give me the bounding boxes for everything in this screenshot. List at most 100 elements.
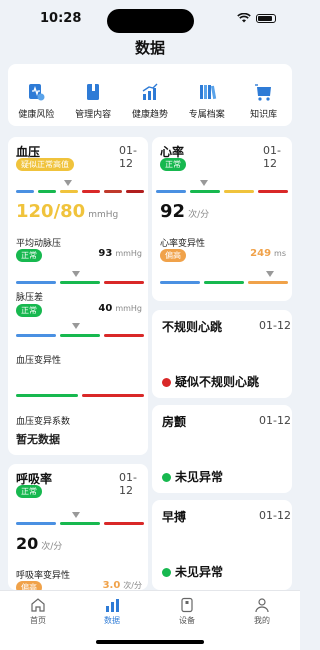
premature-result: 未见异常	[162, 563, 223, 580]
card-date: 01-12	[259, 509, 291, 522]
quick-health-trend[interactable]: 健康趋势	[122, 82, 178, 120]
respiration-card[interactable]: 呼吸率 01-12 正常 20 次/分 呼吸率变异性 偏高 3.0 次/分	[8, 464, 148, 590]
map-value: 93 mmHg	[98, 248, 142, 259]
level-bar	[160, 281, 288, 284]
af-result-text: 未见异常	[175, 470, 224, 484]
camera-notch	[107, 9, 194, 33]
tab-device[interactable]: 设备	[157, 597, 217, 626]
hr-value: 92 次/分	[160, 201, 209, 222]
normal-dot	[162, 568, 171, 577]
tab-label: 我的	[254, 616, 270, 625]
level-marker	[72, 323, 80, 329]
alert-dot	[162, 378, 171, 387]
resp-var-unit: 次/分	[123, 581, 142, 590]
premature-beat-card[interactable]: 早搏 01-12 未见异常	[152, 500, 292, 590]
quick-label: 健康风险	[18, 110, 55, 120]
level-marker	[72, 271, 80, 277]
pp-value-text: 40	[98, 303, 113, 314]
level-marker	[200, 180, 208, 186]
quick-manage-content[interactable]: 管理内容	[65, 82, 121, 120]
level-marker	[72, 512, 80, 518]
status-time: 10:28	[40, 11, 82, 26]
af-result: 未见异常	[162, 468, 223, 485]
battery-icon	[256, 13, 276, 23]
quick-knowledge-base[interactable]: 知识库	[236, 82, 292, 120]
pp-unit: mmHg	[115, 304, 142, 313]
bpv-label: 血压变异性	[16, 356, 62, 366]
level-bar	[16, 190, 144, 193]
data-chart-icon	[106, 599, 119, 612]
health-risk-icon	[29, 84, 45, 101]
map-value-text: 93	[98, 248, 113, 259]
heart-rate-card[interactable]: 心率 01-12 正常 92 次/分 心率变异性 偏高 249 ms	[152, 137, 292, 301]
resp-var-value: 3.0 次/分	[103, 580, 142, 590]
page-title: 数据	[134, 39, 165, 57]
level-bar	[16, 394, 144, 397]
quick-label: 知识库	[250, 110, 278, 120]
status-badge: 正常	[160, 158, 186, 171]
quick-archive[interactable]: 专属档案	[179, 82, 235, 120]
quick-health-risk[interactable]: 健康风险	[8, 82, 64, 120]
hrv-label: 心率变异性	[160, 239, 206, 249]
bp-unit: mmHg	[88, 210, 119, 220]
status-badge: 偏高	[16, 581, 42, 590]
blood-pressure-card[interactable]: 血压 01-12 疑似正常高值 120/80 mmHg 平均动脉压 正常 93 mm…	[8, 137, 148, 455]
tab-data[interactable]: 数据	[82, 597, 142, 626]
map-unit: mmHg	[115, 249, 142, 258]
bp-value-text: 120/80	[16, 201, 86, 222]
level-bar	[16, 281, 144, 284]
card-date: 01-12	[119, 144, 137, 170]
normal-dot	[162, 473, 171, 482]
resp-var-value-text: 3.0	[102, 580, 121, 590]
level-marker	[64, 180, 72, 186]
irregular-result-text: 疑似不规则心跳	[175, 375, 260, 389]
knowledge-base-icon	[254, 84, 271, 101]
card-date: 01-12	[259, 414, 291, 427]
device-icon	[181, 597, 193, 613]
hrv-value: 249 ms	[250, 248, 286, 259]
quick-label: 健康趋势	[131, 110, 168, 120]
resp-value: 20 次/分	[16, 534, 62, 553]
quick-label: 专属档案	[188, 110, 225, 120]
tab-label: 设备	[179, 616, 195, 625]
tab-profile[interactable]: 我的	[232, 597, 292, 626]
tab-home[interactable]: 首页	[8, 597, 68, 626]
hrv-unit: ms	[274, 249, 286, 258]
tab-label: 数据	[104, 616, 120, 625]
status-bar: 10:28	[0, 0, 300, 34]
card-date: 01-12	[119, 471, 137, 497]
bpv-coef-label: 血压变异系数	[16, 417, 71, 427]
premature-result-text: 未见异常	[175, 565, 224, 579]
level-bar	[16, 522, 144, 525]
status-badge: 正常	[16, 304, 42, 317]
resp-value-text: 20	[16, 534, 39, 553]
status-badge: 偏高	[160, 249, 186, 262]
map-label: 平均动脉压	[16, 239, 62, 249]
status-badge: 疑似正常高值	[16, 158, 74, 171]
level-bar	[156, 190, 288, 193]
bp-value: 120/80 mmHg	[16, 201, 118, 222]
status-badge: 正常	[16, 249, 42, 262]
quick-label: 管理内容	[75, 110, 112, 120]
manage-content-icon	[87, 84, 100, 100]
irregular-heartbeat-card[interactable]: 不规则心跳 01-12 疑似不规则心跳	[152, 310, 292, 398]
hrv-value-text: 249	[250, 248, 272, 259]
card-title: 早搏	[162, 510, 187, 524]
card-date: 01-12	[263, 144, 281, 170]
level-marker	[266, 271, 274, 277]
home-indicator	[96, 640, 204, 644]
bpv-coef-value: 暂无数据	[16, 433, 60, 446]
atrial-fibrillation-card[interactable]: 房颤 01-12 未见异常	[152, 405, 292, 493]
user-icon	[255, 598, 269, 613]
irregular-result: 疑似不规则心跳	[162, 373, 259, 390]
status-badge: 正常	[16, 485, 42, 498]
resp-unit: 次/分	[41, 542, 63, 552]
quick-actions: 健康风险 管理内容 健康趋势 专属档案 知识库	[8, 64, 292, 126]
resp-var-label: 呼吸率变异性	[16, 571, 71, 581]
level-bar	[16, 334, 144, 337]
card-date: 01-12	[259, 319, 291, 332]
archive-icon	[199, 85, 216, 100]
card-title: 房颤	[162, 415, 187, 429]
card-title: 不规则心跳	[162, 320, 223, 334]
system-icons	[237, 13, 276, 23]
